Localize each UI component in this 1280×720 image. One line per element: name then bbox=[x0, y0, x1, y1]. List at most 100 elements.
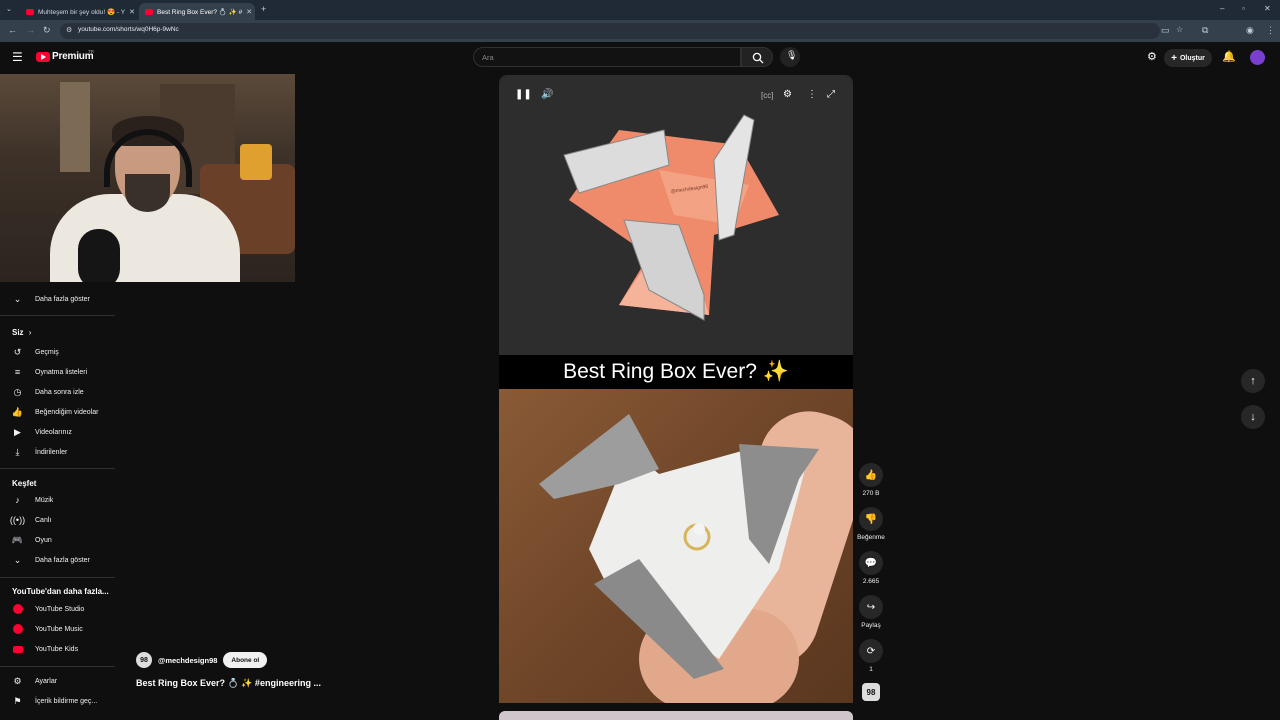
youtube-header: ☰ Premium TR Ara 🎙 ⚙ + Oluştur 🔔 bbox=[0, 42, 1280, 74]
sidebar-item-history[interactable]: ↺ Geçmiş bbox=[0, 343, 115, 361]
hamburger-menu-icon[interactable]: ☰ bbox=[12, 50, 23, 64]
sidebar-item-gaming[interactable]: 🎮 Oyun bbox=[0, 531, 115, 549]
sidebar-item-music[interactable]: ♪ Müzik bbox=[0, 491, 115, 509]
mic-icon: 🎙 bbox=[786, 50, 798, 60]
remix-action[interactable]: ⟳ 1 bbox=[858, 639, 884, 673]
profile-icon[interactable]: ◉ bbox=[1246, 25, 1254, 36]
browser-tab-1[interactable]: Muhteşem bir şey oldu! 😍 - Y ✕ bbox=[20, 3, 135, 20]
youtube-logo-icon[interactable] bbox=[36, 52, 50, 62]
sidebar-show-more-explore[interactable]: ⌄ Daha fazla göster bbox=[0, 551, 115, 569]
search-input[interactable]: Ara bbox=[473, 47, 741, 67]
share-action[interactable]: ↪ Paylaş bbox=[858, 595, 884, 629]
dislike-action[interactable]: 👎 Beğenme bbox=[857, 507, 885, 541]
extensions-icon[interactable]: ⧉ bbox=[1202, 25, 1208, 36]
menu-dots-icon[interactable]: ⋮ bbox=[1266, 25, 1275, 36]
more-options-icon[interactable]: ⋮ bbox=[807, 89, 817, 100]
new-tab-icon[interactable]: + bbox=[261, 4, 266, 14]
comments-action[interactable]: 💬 2.665 bbox=[858, 551, 884, 585]
divider bbox=[0, 666, 115, 667]
create-settings-icon[interactable]: ⚙ bbox=[1147, 50, 1157, 63]
pause-icon[interactable]: ❚❚ bbox=[515, 89, 532, 100]
thumbs-up-icon[interactable]: 👍 bbox=[859, 463, 883, 487]
channel-avatar[interactable]: 98 bbox=[136, 652, 152, 668]
settings-icon: ⚙ bbox=[13, 675, 22, 686]
sidebar-item-label: Oynatma listeleri bbox=[35, 368, 88, 376]
previous-short-button[interactable]: ↑ bbox=[1241, 369, 1265, 393]
divider bbox=[0, 315, 115, 316]
remix-count: 1 bbox=[869, 666, 873, 673]
sidebar-item-report-history[interactable]: ⚑ İçerik bildirme geç... bbox=[0, 692, 115, 710]
thumbs-down-icon[interactable]: 👎 bbox=[859, 507, 883, 531]
remix-icon[interactable]: ⟳ bbox=[859, 639, 883, 663]
video-hand-photo bbox=[499, 389, 853, 703]
youtube-favicon-icon bbox=[26, 8, 34, 15]
bookmark-star-icon[interactable]: ☆ bbox=[1176, 25, 1183, 34]
sidebar-heading-you[interactable]: Siz › bbox=[12, 328, 31, 337]
sidebar-item-live[interactable]: ((•)) Canlı bbox=[0, 511, 115, 529]
install-app-icon[interactable]: ▭ bbox=[1161, 25, 1170, 36]
sidebar-show-more-top[interactable]: ⌄ Daha fazla göster bbox=[0, 290, 115, 308]
search-button[interactable] bbox=[741, 47, 773, 67]
sidebar-item-label: Daha fazla göster bbox=[35, 295, 90, 303]
sidebar-item-youtube-kids[interactable]: YouTube Kids bbox=[0, 640, 115, 658]
settings-gear-icon[interactable]: ⚙ bbox=[783, 89, 792, 100]
comment-count: 2.665 bbox=[862, 578, 880, 585]
forward-icon[interactable]: → bbox=[26, 25, 35, 35]
printed-ring-box bbox=[539, 414, 819, 679]
channel-thumb-avatar[interactable]: 98 bbox=[862, 683, 880, 701]
create-button[interactable]: + Oluştur bbox=[1164, 49, 1212, 67]
downloads-icon: ⤓ bbox=[15, 446, 20, 457]
back-icon[interactable]: ← bbox=[8, 25, 17, 35]
channel-name[interactable]: @mechdesign98 bbox=[158, 656, 217, 665]
sidebar-item-settings[interactable]: ⚙ Ayarlar bbox=[0, 672, 115, 690]
comment-icon[interactable]: 💬 bbox=[859, 551, 883, 575]
sidebar-item-label: Geçmiş bbox=[35, 348, 59, 356]
sidebar-item-watch-later[interactable]: ◷ Daha sonra izle bbox=[0, 383, 115, 401]
site-info-icon[interactable]: ⚙ bbox=[66, 26, 72, 34]
address-bar[interactable]: ⚙ youtube.com/shorts/wq0H6p-9wNc ☆ bbox=[60, 23, 1183, 39]
notifications-bell-icon[interactable]: 🔔 bbox=[1222, 50, 1236, 63]
maximize-icon[interactable]: ▫ bbox=[1242, 4, 1245, 13]
share-label: Paylaş bbox=[861, 622, 881, 629]
browser-tab-2[interactable]: Best Ring Box Ever? 💍 ✨ # ✕ bbox=[139, 3, 255, 20]
browser-tab-bar: ⌄ Muhteşem bir şey oldu! 😍 - Y ✕ Best Ri… bbox=[0, 0, 1280, 20]
next-short-preview[interactable] bbox=[499, 711, 853, 720]
sidebar-item-youtube-music[interactable]: YouTube Music bbox=[0, 620, 115, 638]
close-tab-icon[interactable]: ✕ bbox=[125, 8, 135, 16]
shorts-video-player[interactable]: @mechdesign98 ❚❚ 🔊 [cc] ⚙ ⋮ ⤢ Best Ring … bbox=[499, 75, 853, 703]
flag-icon: ⚑ bbox=[13, 695, 22, 706]
channel-thumb-action[interactable]: 98 bbox=[858, 683, 884, 701]
history-icon: ↺ bbox=[13, 346, 22, 357]
sidebar-item-your-videos[interactable]: ▶ Videolarınız bbox=[0, 423, 115, 441]
video-render-scene: @mechdesign98 ❚❚ 🔊 [cc] ⚙ ⋮ ⤢ bbox=[499, 75, 853, 355]
music-icon: ♪ bbox=[15, 495, 20, 505]
close-window-icon[interactable]: ✕ bbox=[1264, 4, 1271, 13]
youtube-music-icon bbox=[0, 624, 35, 634]
subscribe-button[interactable]: Abone ol bbox=[223, 652, 268, 668]
reload-icon[interactable]: ↻ bbox=[43, 25, 51, 36]
close-tab-icon[interactable]: ✕ bbox=[242, 8, 252, 16]
plus-icon: + bbox=[1171, 52, 1177, 64]
captions-icon[interactable]: [cc] bbox=[761, 91, 773, 100]
like-action[interactable]: 👍 270 B bbox=[858, 463, 884, 497]
fullscreen-icon[interactable]: ⤢ bbox=[827, 89, 835, 100]
cam-microphone bbox=[78, 229, 120, 282]
next-short-button[interactable]: ↓ bbox=[1241, 405, 1265, 429]
voice-search-button[interactable]: 🎙 bbox=[780, 47, 800, 67]
share-icon[interactable]: ↪ bbox=[859, 595, 883, 619]
sidebar-item-liked[interactable]: 👍 Beğendiğim videolar bbox=[0, 403, 115, 421]
sidebar-item-youtube-studio[interactable]: YouTube Studio bbox=[0, 600, 115, 618]
volume-icon[interactable]: 🔊 bbox=[541, 89, 553, 100]
sidebar-item-downloads[interactable]: ⤓ İndirilenler bbox=[0, 443, 115, 461]
video-title[interactable]: Best Ring Box Ever? 💍 ✨ #engineering ... bbox=[136, 678, 321, 689]
sidebar-item-playlists[interactable]: ≡ Oynatma listeleri bbox=[0, 363, 115, 381]
divider bbox=[0, 577, 115, 578]
sidebar-heading-explore: Keşfet bbox=[12, 479, 37, 488]
webcam-overlay bbox=[0, 74, 295, 282]
account-avatar[interactable] bbox=[1250, 50, 1265, 65]
divider bbox=[0, 468, 115, 469]
sidebar-item-label: Daha fazla göster bbox=[35, 556, 90, 564]
create-label: Oluştur bbox=[1179, 54, 1205, 62]
minimize-icon[interactable]: – bbox=[1220, 4, 1224, 13]
tab-search-icon[interactable]: ⌄ bbox=[6, 5, 12, 13]
